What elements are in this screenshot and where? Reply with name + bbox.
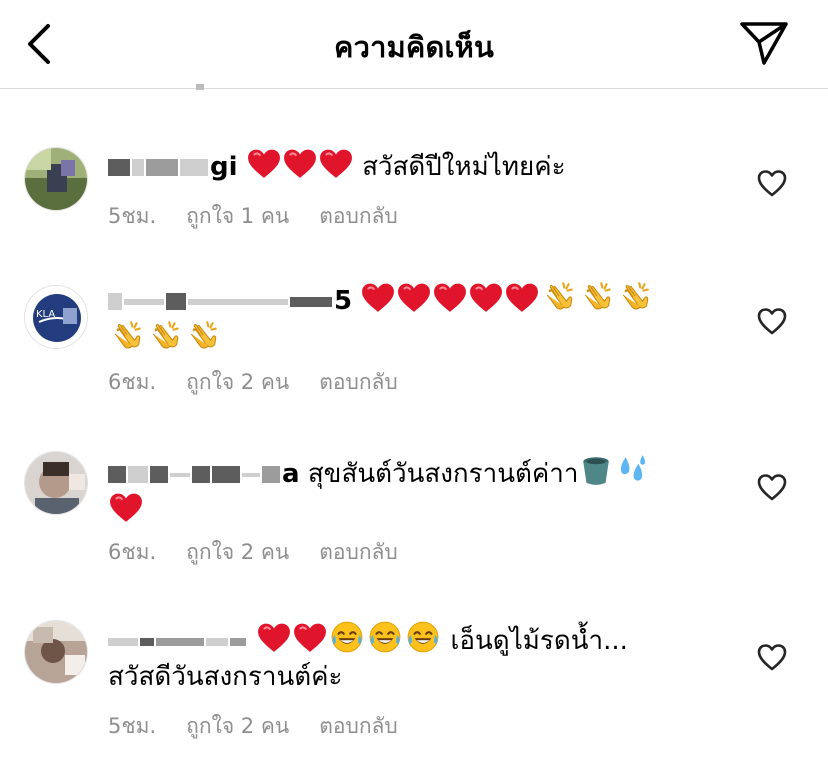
redacted-block: [146, 159, 178, 176]
redacted-block: [242, 472, 260, 477]
comment-text: เอ็นดูไม้รดน้ำ...: [450, 626, 628, 656]
redacted-block: [132, 159, 144, 176]
comment-body: 5: [108, 280, 728, 358]
redacted-block: [124, 298, 164, 305]
avatar[interactable]: [24, 147, 88, 211]
clapping-hands-icon: [185, 319, 221, 353]
username-visible-text: gi: [210, 152, 238, 182]
clapping-hands-icon: [579, 280, 615, 314]
redacted-block: [108, 293, 122, 310]
comment-text: สวัสดีปีใหม่ไทยค่ะ: [362, 152, 566, 182]
paper-plane-icon[interactable]: [738, 20, 790, 66]
reply-link[interactable]: ตอบกลับ: [319, 714, 398, 738]
red-heart-icon: [505, 282, 539, 314]
comment-meta: 6ชม. ถูกใจ 2 คน ตอบกลับ: [108, 366, 428, 399]
likes-count-link[interactable]: ถูกใจ 2 คน: [186, 714, 289, 738]
comment-text: สุขสันต์วันสงกรานต์ค่าา: [307, 459, 579, 489]
redacted-block: [188, 298, 288, 305]
likes-count-link[interactable]: ถูกใจ 1 คน: [186, 204, 289, 228]
scroll-remnant: [196, 84, 204, 90]
heart-outline-icon[interactable]: [756, 642, 788, 672]
redacted-block: [230, 637, 246, 646]
comment-meta: 5ชม. ถูกใจ 2 คน ตอบกลับ: [108, 710, 428, 743]
red-heart-icon: [247, 148, 281, 180]
reply-link[interactable]: ตอบกลับ: [319, 540, 398, 564]
redacted-block: [166, 293, 186, 310]
redacted-block: [156, 637, 204, 646]
reply-link[interactable]: ตอบกลับ: [319, 204, 398, 228]
reply-link[interactable]: ตอบกลับ: [319, 370, 398, 394]
red-heart-icon: [293, 622, 327, 654]
comment-time: 5ชม.: [108, 714, 157, 738]
comment-body: เอ็นดูไม้รดน้ำ... สวัสดีวันสงกรานต์ค่ะ: [108, 620, 728, 695]
comment-body: a สุขสันต์วันสงกรานต์ค่าา: [108, 453, 728, 529]
redacted-block: [170, 472, 190, 477]
redacted-block: [180, 159, 208, 176]
red-heart-icon: [361, 282, 395, 314]
comment-meta: 5ชม. ถูกใจ 1 คน ตอบกลับ: [108, 200, 428, 233]
username[interactable]: gi: [108, 152, 238, 182]
red-heart-icon: [257, 622, 291, 654]
avatar[interactable]: [24, 451, 88, 515]
username[interactable]: [108, 626, 248, 656]
heart-outline-icon[interactable]: [756, 472, 788, 502]
face-with-tears-of-joy-icon: [367, 620, 403, 654]
username-visible-text: a: [282, 459, 300, 489]
avatar[interactable]: [24, 620, 88, 684]
clapping-hands-icon: [109, 319, 145, 353]
likes-count-link[interactable]: ถูกใจ 2 คน: [186, 370, 289, 394]
heart-outline-icon[interactable]: [756, 168, 788, 198]
username[interactable]: a: [108, 459, 300, 489]
face-with-tears-of-joy-icon: [329, 620, 365, 654]
redacted-block: [128, 466, 148, 483]
redacted-block: [206, 637, 228, 646]
likes-count-link[interactable]: ถูกใจ 2 คน: [186, 540, 289, 564]
redacted-block: [150, 466, 168, 483]
comment-time: 6ชม.: [108, 540, 157, 564]
clapping-hands-icon: [147, 319, 183, 353]
avatar-logo-text: KLA: [36, 309, 55, 320]
avatar[interactable]: KLA: [24, 285, 88, 349]
red-heart-icon: [319, 148, 353, 180]
red-heart-icon: [433, 282, 467, 314]
comment-body: gi สวัสดีปีใหม่ไทยค่ะ: [108, 148, 728, 185]
comment-meta: 6ชม. ถูกใจ 2 คน ตอบกลับ: [108, 536, 428, 569]
sweat-droplets-icon: [615, 453, 649, 487]
redacted-block: [192, 466, 210, 483]
red-heart-icon: [469, 282, 503, 314]
page-title: ความคิดเห็น: [334, 30, 494, 64]
bucket-icon: [579, 453, 613, 487]
comment-time: 6ชม.: [108, 370, 157, 394]
username[interactable]: 5: [108, 286, 352, 316]
clapping-hands-icon: [617, 280, 653, 314]
redacted-block: [262, 466, 280, 483]
redacted-block: [212, 466, 240, 483]
username-visible-text: 5: [334, 286, 353, 316]
red-heart-icon: [397, 282, 431, 314]
redacted-block: [108, 466, 126, 483]
header-bar: ความคิดเห็น: [0, 0, 828, 89]
face-with-tears-of-joy-icon: [405, 620, 441, 654]
heart-outline-icon[interactable]: [756, 306, 788, 336]
redacted-block: [290, 296, 332, 307]
comment-text-line2: สวัสดีวันสงกรานต์ค่ะ: [108, 662, 343, 692]
redacted-block: [108, 159, 130, 176]
red-heart-icon: [283, 148, 317, 180]
redacted-block: [140, 637, 154, 646]
redacted-block: [108, 637, 138, 646]
clapping-hands-icon: [541, 280, 577, 314]
comment-time: 5ชม.: [108, 204, 157, 228]
red-heart-icon: [109, 492, 143, 524]
